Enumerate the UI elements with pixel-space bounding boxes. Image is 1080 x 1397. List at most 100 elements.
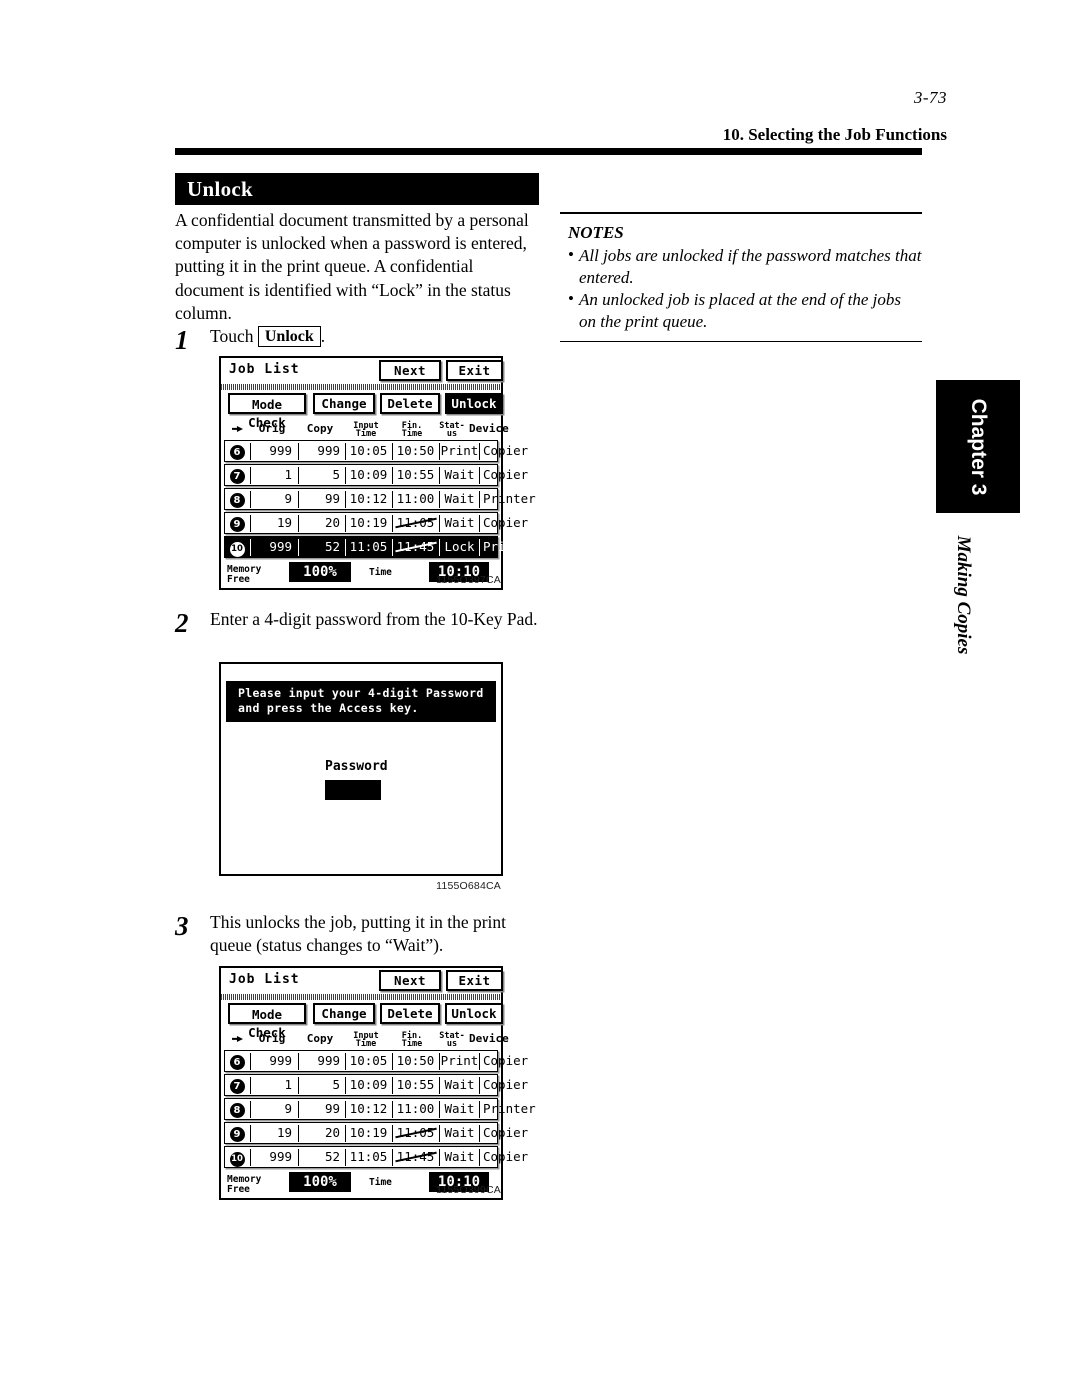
- cell-device: Copier: [479, 1149, 528, 1166]
- lcd-action-row: Mode Check Change Delete Unlock: [221, 393, 503, 430]
- cell-input-time: 10:12: [345, 491, 391, 508]
- cell-fin-time: 11:05: [392, 515, 438, 532]
- lcd-column-headers: Orig Copy Input Time Fin. Time Stat- us …: [221, 1028, 509, 1050]
- row-number-badge: 7: [229, 469, 245, 484]
- cell-input-time: 11:05: [345, 539, 391, 556]
- memory-free-label: Memory Free: [227, 565, 261, 585]
- mode-check-button[interactable]: Mode Check: [228, 1003, 306, 1040]
- table-row[interactable]: 7 1 5 10:09 10:55 Wait Copier: [224, 1074, 528, 1096]
- column-header-fin-time: Fin. Time: [391, 1032, 433, 1049]
- row-number-badge: 8: [229, 493, 245, 508]
- bullet-icon: •: [568, 244, 574, 264]
- banner-line-1: Please input your 4-digit Password: [238, 686, 484, 700]
- cell-device: Printer: [479, 491, 536, 508]
- password-label: Password: [325, 759, 388, 774]
- figure-code: 1155O684CA: [436, 880, 501, 892]
- cell-copy: 20: [298, 1125, 344, 1142]
- row-number-badge: 6: [229, 1055, 245, 1070]
- cell-fin-time: 11:45: [392, 539, 438, 556]
- change-button[interactable]: Change: [313, 393, 375, 414]
- table-row[interactable]: 10 999 52 11:05 11:45 Wait Copier: [224, 1146, 528, 1168]
- step-1: 1 Touch Unlock.: [175, 325, 545, 355]
- unlock-button[interactable]: Unlock: [445, 1003, 503, 1024]
- delete-button[interactable]: Delete: [380, 393, 440, 414]
- cell-status: Wait: [439, 1149, 479, 1166]
- cell-fin-time: 10:55: [392, 1077, 438, 1094]
- cell-input-time: 10:09: [345, 467, 391, 484]
- table-row[interactable]: 6 999 999 10:05 10:50 Print Copier: [224, 440, 528, 462]
- step-2: 2 Enter a 4-digit password from the 10-K…: [175, 608, 545, 638]
- table-row[interactable]: 6 999 999 10:05 10:50 Print Copier: [224, 1050, 528, 1072]
- cell-device: Copier: [479, 1053, 528, 1070]
- header-rule: [175, 148, 922, 155]
- job-mark-icon: [226, 1032, 248, 1045]
- cell-orig: 1: [250, 1077, 296, 1094]
- cell-device: Copier: [479, 515, 528, 532]
- chapter-subtitle-label: Making Copies: [953, 535, 974, 655]
- cell-copy: 99: [298, 1101, 344, 1118]
- intro-paragraph: A confidential document transmitted by a…: [175, 210, 529, 323]
- lcd-panel-3: Job List Next Exit Mode Check Change Del…: [219, 966, 536, 1200]
- cell-orig: 999: [250, 443, 296, 460]
- cell-input-time: 10:05: [345, 1053, 391, 1070]
- figure-job-list-unlocked: Job List Next Exit Mode Check Change Del…: [219, 966, 536, 1200]
- cell-orig: 9: [250, 1101, 296, 1118]
- cell-status: Print: [439, 443, 479, 460]
- notes-body: NOTES • All jobs are unlocked if the pas…: [560, 214, 922, 335]
- step-text: This unlocks the job, putting it in the …: [210, 912, 507, 955]
- cell-orig: 9: [250, 491, 296, 508]
- step-text-after: .: [320, 326, 326, 346]
- cell-fin-time: 11:00: [392, 491, 438, 508]
- mode-check-button[interactable]: Mode Check: [228, 393, 306, 430]
- figure-job-list-locked: Job List Next Exit Mode Check Change Del…: [219, 356, 536, 590]
- next-button[interactable]: Next: [379, 970, 441, 991]
- table-row[interactable]: 7 1 5 10:09 10:55 Wait Copier: [224, 464, 528, 486]
- unlock-button[interactable]: Unlock: [445, 393, 503, 414]
- lcd-divider: [221, 384, 501, 390]
- column-header-input-time: Input Time: [343, 422, 389, 439]
- cell-input-time: 10:05: [345, 443, 391, 460]
- cell-status: Wait: [439, 491, 479, 508]
- column-header-status: Stat- us: [433, 1032, 471, 1049]
- password-input[interactable]: [325, 780, 381, 800]
- table-row[interactable]: 8 9 99 10:12 11:00 Wait Printer: [224, 1098, 536, 1120]
- cell-device: Copier: [479, 1125, 528, 1142]
- lcd-panel-1: Job List Next Exit Mode Check Change Del…: [219, 356, 536, 590]
- cell-status: Lock: [439, 539, 479, 556]
- table-row[interactable]: 8 9 99 10:12 11:00 Wait Printer: [224, 488, 536, 510]
- cell-copy: 52: [298, 539, 344, 556]
- password-banner-wrap: Please input your 4-digit Password and p…: [221, 681, 501, 722]
- lcd-titlebar: Job List Next Exit: [221, 358, 503, 384]
- delete-button[interactable]: Delete: [380, 1003, 440, 1024]
- mode-check-label-1: Mode: [251, 1007, 283, 1022]
- cell-input-time: 10:19: [345, 515, 391, 532]
- exit-button[interactable]: Exit: [446, 970, 503, 991]
- change-button[interactable]: Change: [313, 1003, 375, 1024]
- note-text: An unlocked job is placed at the end of …: [579, 289, 901, 331]
- note-text: All jobs are unlocked if the password ma…: [579, 245, 922, 287]
- chapter-tab-label: Chapter 3: [967, 398, 990, 495]
- lcd-titlebar: Job List Next Exit: [221, 968, 503, 994]
- status-l2: us: [446, 1039, 458, 1049]
- cell-input-time: 10:12: [345, 1101, 391, 1118]
- cell-device: Copier: [479, 1077, 528, 1094]
- mode-check-label-1: Mode: [251, 397, 283, 412]
- exit-button[interactable]: Exit: [446, 360, 503, 381]
- input-time-l2: Time: [355, 429, 377, 439]
- next-button[interactable]: Next: [379, 360, 441, 381]
- column-header-orig: Orig: [258, 422, 286, 435]
- bullet-icon: •: [568, 288, 574, 308]
- notes-bottom-rule: [560, 340, 922, 342]
- cell-copy: 20: [298, 515, 344, 532]
- cell-status: Wait: [439, 1125, 479, 1142]
- table-row[interactable]: 9 19 20 10:19 11:05 Wait Copier: [224, 512, 528, 534]
- cell-orig: 999: [250, 1053, 296, 1070]
- fin-time-l2: Time: [401, 1039, 423, 1049]
- column-header-copy: Copy: [306, 422, 334, 435]
- table-row[interactable]: 9 19 20 10:19 11:05 Wait Copier: [224, 1122, 528, 1144]
- table-row-selected[interactable]: 10 999 52 11:05 11:45 Lock Printer: [224, 536, 536, 558]
- cell-status: Wait: [439, 467, 479, 484]
- column-header-device: Device: [469, 1032, 509, 1045]
- step-number: 1: [175, 325, 189, 355]
- memory-free-value: 100%: [289, 562, 351, 582]
